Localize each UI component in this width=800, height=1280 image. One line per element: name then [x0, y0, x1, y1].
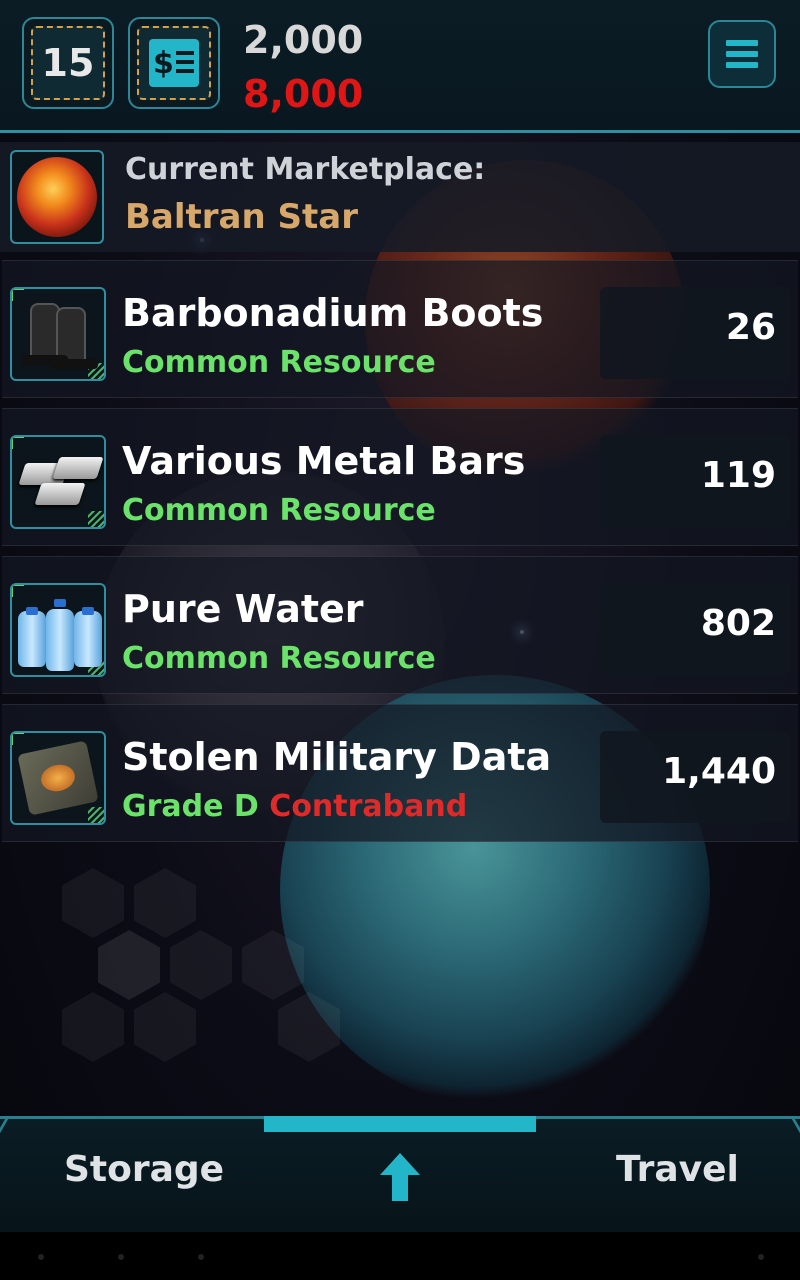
hamburger-menu-icon: [726, 40, 758, 46]
marketplace-label: Current Marketplace:: [125, 152, 486, 187]
credits-badge-frame: $: [137, 26, 211, 100]
storage-button[interactable]: Storage: [64, 1149, 224, 1190]
up-arrow-icon[interactable]: [380, 1153, 420, 1201]
background-hex: [134, 868, 196, 938]
background-hex: [98, 930, 160, 1000]
star-planet-icon: [10, 150, 104, 244]
menu-line: [726, 62, 758, 68]
money-receipt-icon: $: [149, 39, 199, 87]
item-grade: Common Resource: [122, 493, 436, 528]
background-hex: [134, 992, 196, 1062]
travel-button[interactable]: Travel: [616, 1149, 739, 1190]
nav-drawer-handle[interactable]: [264, 1116, 536, 1132]
level-value: 15: [41, 41, 95, 85]
level-badge[interactable]: 15: [22, 17, 114, 109]
item-grade: Grade D: [122, 789, 259, 824]
level-badge-frame: 15: [31, 26, 105, 100]
marketplace-panel: Current Marketplace: Baltran Star: [0, 142, 800, 252]
nav-corner: [0, 1116, 25, 1140]
item-row[interactable]: Pure Water Common Resource 802: [2, 556, 798, 694]
item-value-box: 1,440: [600, 731, 790, 823]
background-hex: [62, 992, 124, 1062]
system-dot: [38, 1254, 44, 1260]
item-value-box: 802: [600, 583, 790, 675]
contraband-label: Contraband: [269, 789, 468, 824]
credits-secondary: 8,000: [243, 72, 364, 116]
metal-bars-icon: [10, 435, 106, 529]
item-row[interactable]: Barbonadium Boots Common Resource 26: [2, 260, 798, 398]
item-value-box: 26: [600, 287, 790, 379]
menu-line: [726, 51, 758, 57]
credits-badge[interactable]: $: [128, 17, 220, 109]
item-grade: Common Resource: [122, 641, 436, 676]
system-dot: [198, 1254, 204, 1260]
data-pad-graphic: [17, 740, 99, 816]
item-name: Various Metal Bars: [122, 439, 526, 483]
item-row[interactable]: Various Metal Bars Common Resource 119: [2, 408, 798, 546]
credits-primary: 2,000: [243, 18, 364, 62]
item-name: Barbonadium Boots: [122, 291, 544, 335]
nav-corner: [775, 1116, 800, 1140]
item-value: 119: [700, 455, 776, 496]
system-dot: [758, 1254, 764, 1260]
item-value: 26: [725, 307, 776, 348]
system-navigation-bar: [0, 1232, 800, 1280]
item-category: Common Resource: [122, 345, 436, 380]
water-jugs-icon: [10, 583, 106, 677]
top-bar: 15 $ 2,000 8,000: [0, 0, 800, 133]
item-category: Grade D Contraband: [122, 789, 467, 824]
marketplace-name: Baltran Star: [125, 197, 358, 237]
item-name: Stolen Military Data: [122, 735, 552, 779]
item-row[interactable]: Stolen Military Data Grade D Contraband …: [2, 704, 798, 842]
item-category: Common Resource: [122, 641, 436, 676]
data-pad-icon: [10, 731, 106, 825]
system-dot: [118, 1254, 124, 1260]
menu-button[interactable]: [708, 20, 776, 88]
item-name: Pure Water: [122, 587, 364, 631]
item-category: Common Resource: [122, 493, 436, 528]
item-value: 1,440: [662, 751, 776, 792]
boots-icon: [10, 287, 106, 381]
sun-graphic: [17, 157, 97, 237]
item-value: 802: [700, 603, 776, 644]
item-value-box: 119: [600, 435, 790, 527]
game-screen: 15 $ 2,000 8,000 Current Marketplace: Ba…: [0, 0, 800, 1280]
bottom-nav: Storage Travel: [0, 1116, 800, 1232]
background-hex: [170, 930, 232, 1000]
background-hex: [62, 868, 124, 938]
item-grade: Common Resource: [122, 345, 436, 380]
